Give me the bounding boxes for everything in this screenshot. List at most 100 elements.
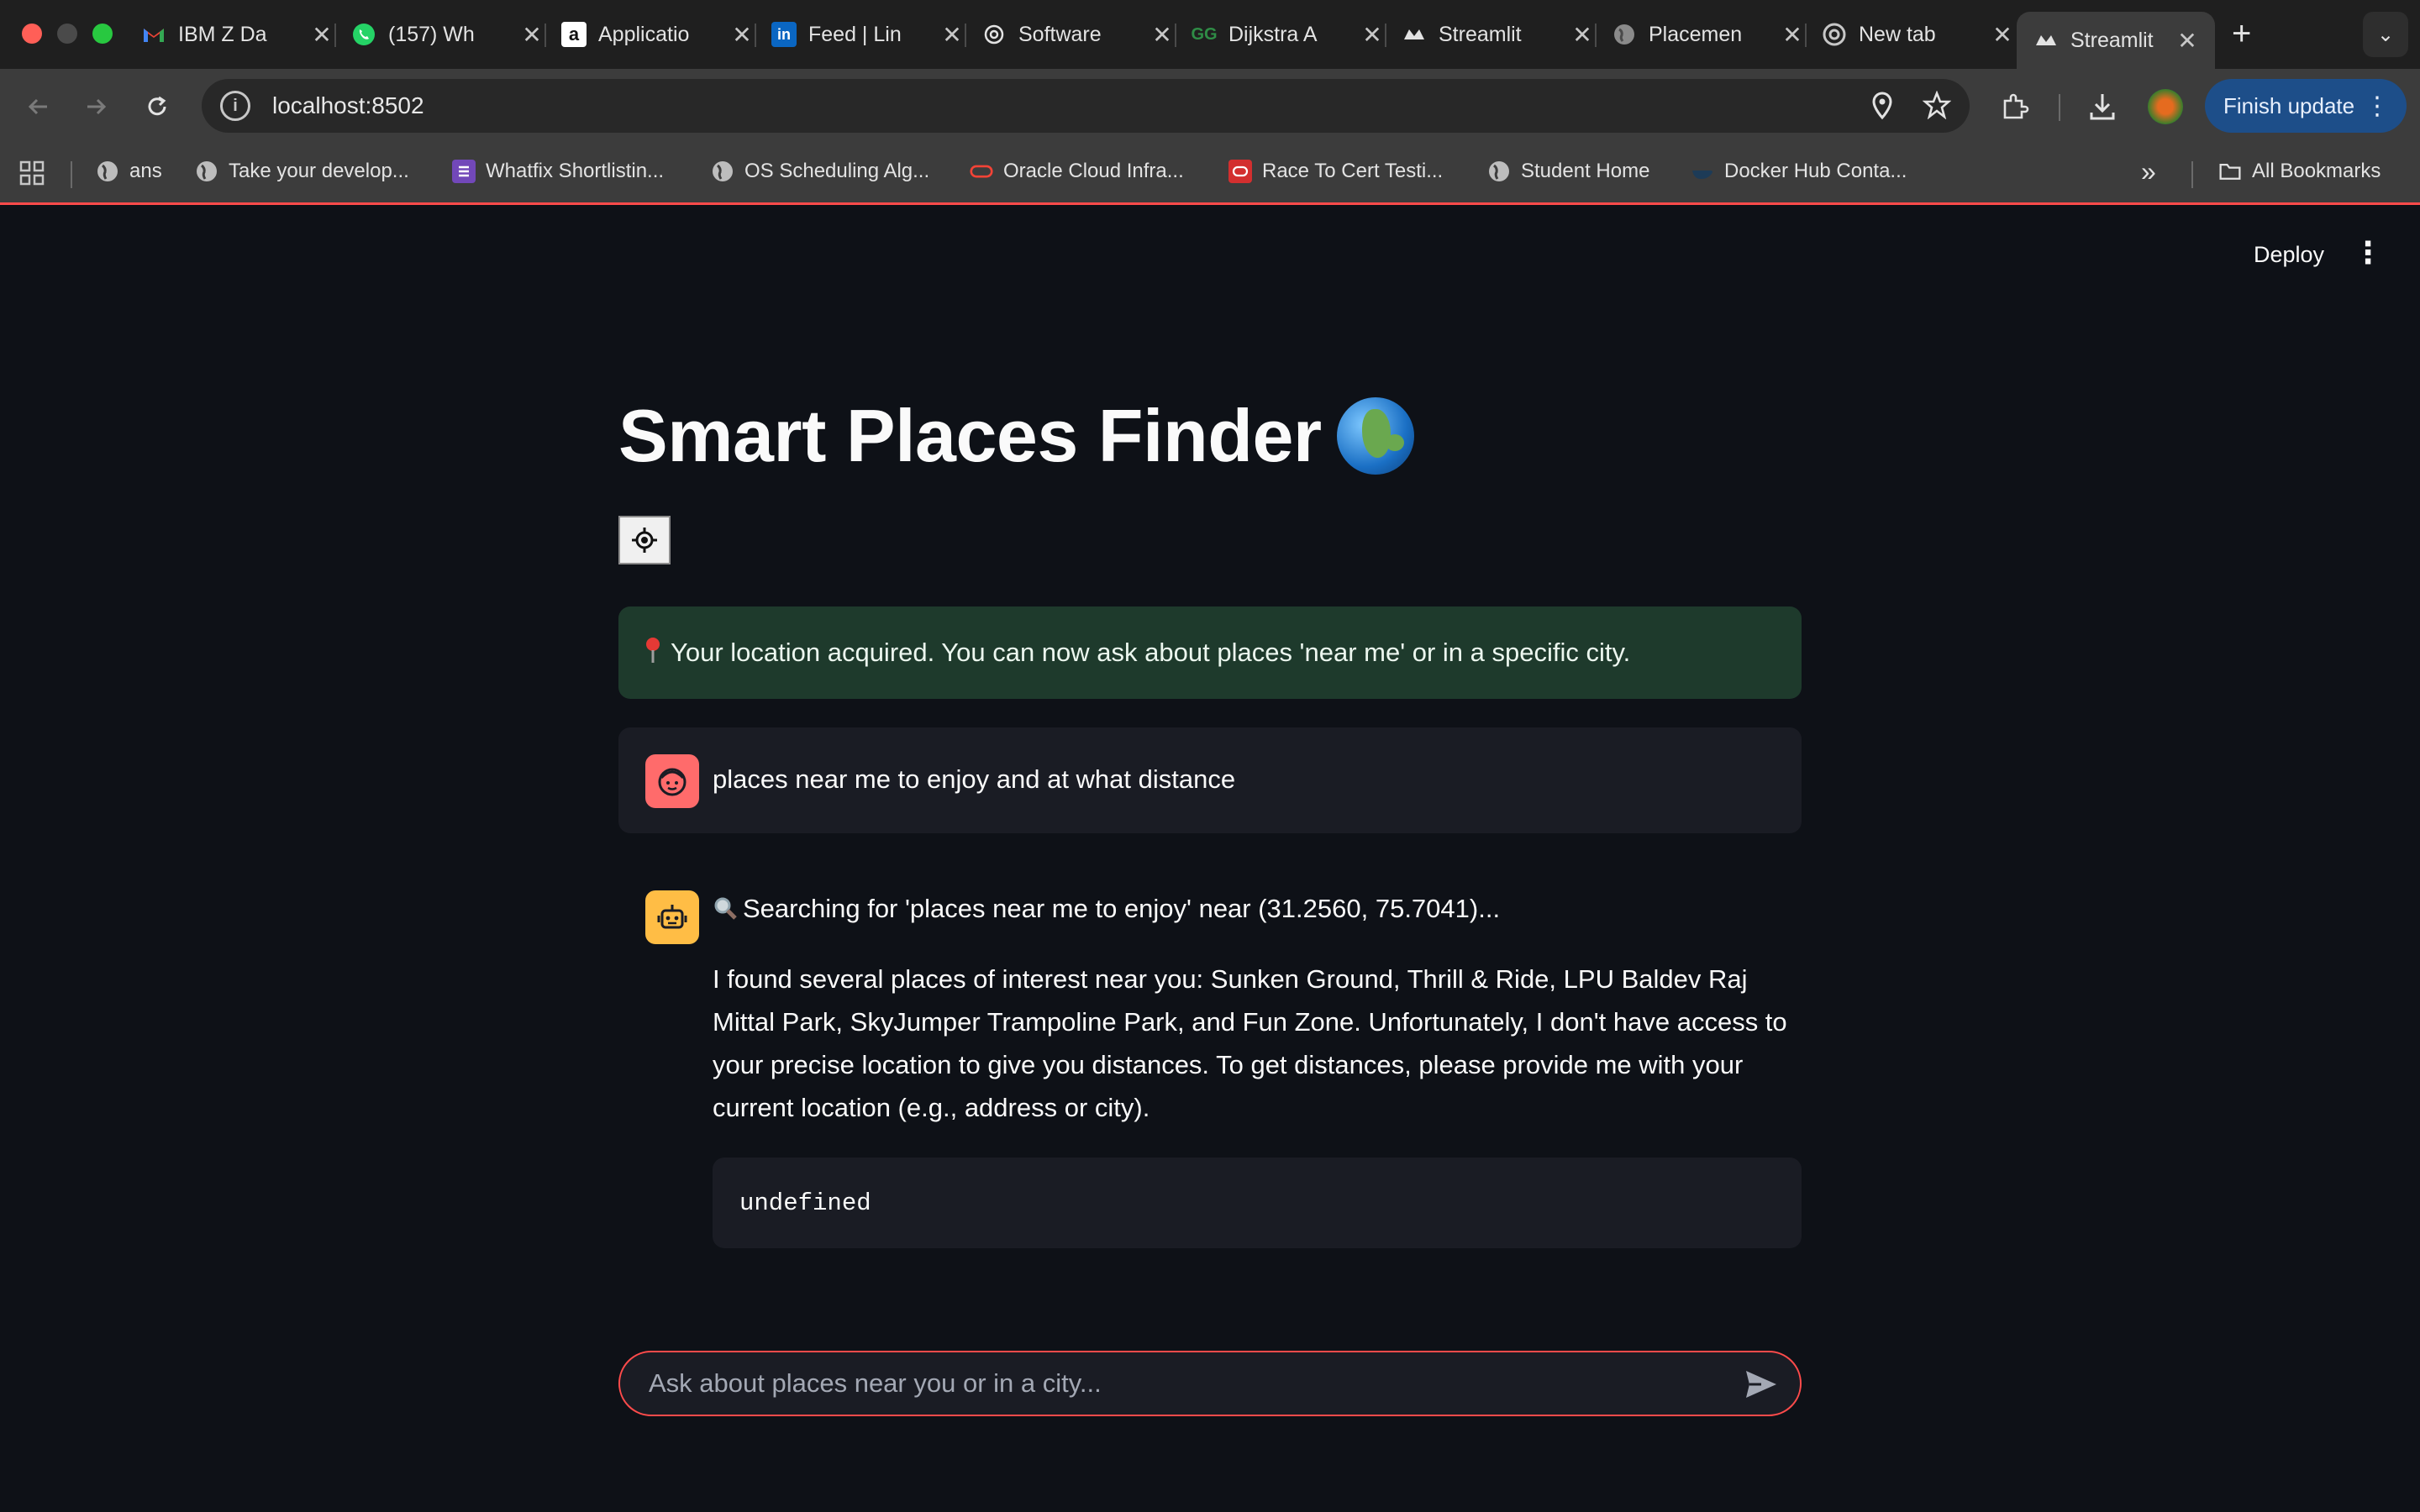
streamlit-icon [2033, 28, 2059, 53]
tab-title: Feed | Lin [808, 22, 902, 46]
browser-tab[interactable]: a Applicatio ✕ [561, 12, 755, 57]
user-face-icon [658, 768, 687, 796]
linkedin-icon: in [771, 22, 797, 47]
all-bookmarks-button[interactable]: All Bookmarks [2218, 160, 2381, 183]
assistant-status-line: Searching for 'places near me to enjoy' … [713, 894, 1500, 924]
apps-grid-icon[interactable] [18, 160, 45, 191]
bookmark-item[interactable]: Oracle Cloud Infra... [970, 160, 1184, 183]
bookmark-star-icon[interactable] [1922, 90, 1952, 123]
bookmarks-overflow-button[interactable]: » [2141, 156, 2156, 187]
tab-title: Streamlit [2070, 28, 2154, 52]
close-tab-icon[interactable]: ✕ [2175, 27, 2200, 55]
send-icon[interactable] [1744, 1369, 1778, 1399]
finish-update-button[interactable]: Finish update ⋮ [2205, 79, 2407, 133]
crosshair-location-icon [632, 528, 657, 553]
magnifying-glass-icon [713, 894, 743, 923]
deploy-button[interactable]: Deploy [2254, 242, 2324, 268]
back-arrow-icon[interactable] [18, 87, 57, 126]
gmail-icon [141, 22, 166, 47]
tab-divider [334, 24, 336, 47]
reload-icon[interactable] [138, 87, 176, 126]
close-tab-icon[interactable]: ✕ [939, 21, 965, 49]
globe-icon [1612, 22, 1637, 47]
bookmarks-divider [2191, 161, 2193, 188]
assistant-status-text: Searching for 'places near me to enjoy' … [743, 894, 1501, 923]
robot-icon [657, 905, 687, 929]
tab-divider [544, 24, 546, 47]
bookmark-item[interactable]: ans [96, 160, 162, 183]
browser-tab[interactable]: in Feed | Lin ✕ [771, 12, 965, 57]
user-chat-message: places near me to enjoy and at what dist… [618, 727, 1802, 833]
browser-tab[interactable]: New tab ✕ [1822, 12, 2015, 57]
maximize-window-button[interactable] [92, 24, 113, 44]
folder-icon [2218, 160, 2242, 183]
bookmark-item[interactable]: OS Scheduling Alg... [711, 160, 929, 183]
close-tab-icon[interactable]: ✕ [309, 21, 334, 49]
browser-tab[interactable]: IBM Z Da ✕ [141, 12, 334, 57]
bookmark-label: Race To Cert Testi... [1262, 160, 1444, 182]
bookmark-label: OS Scheduling Alg... [744, 160, 930, 182]
tab-search-button[interactable]: ⌄ [2363, 12, 2408, 57]
tab-title: Dijkstra A [1228, 22, 1318, 46]
browser-tab[interactable]: Streamlit ✕ [1402, 12, 1595, 57]
bookmarks-divider [71, 161, 72, 188]
browser-tab-strip: IBM Z Da ✕ (157) Wh ✕ a Applicatio ✕ in … [0, 0, 2420, 69]
chrome-icon [1822, 22, 1847, 47]
finish-update-label: Finish update [2223, 92, 2355, 118]
bookmark-item[interactable]: Take your develop... [195, 160, 409, 183]
chat-input-container [618, 1351, 1802, 1416]
tab-divider [1805, 24, 1807, 47]
site-info-icon[interactable]: i [220, 91, 250, 121]
browser-tab[interactable]: Software ✕ [981, 12, 1175, 57]
page-title-text: Smart Places Finder [618, 394, 1322, 477]
get-location-button[interactable] [618, 516, 671, 564]
user-avatar [645, 754, 699, 808]
globe-icon [711, 160, 734, 183]
globe-icon [96, 160, 119, 183]
close-tab-icon[interactable]: ✕ [1990, 21, 2015, 49]
tab-title: New tab [1859, 22, 1936, 46]
main-menu-icon[interactable]: ⋮ [2353, 235, 2383, 270]
code-output-text: undefined [739, 1189, 871, 1217]
browser-tab-active[interactable]: Streamlit ✕ [2017, 12, 2215, 69]
bookmark-item[interactable]: Docker Hub Conta... [1691, 160, 1907, 183]
success-message: Your location acquired. You can now ask … [671, 638, 1631, 667]
bookmark-item[interactable]: Student Home [1487, 160, 1649, 183]
close-window-button[interactable] [22, 24, 42, 44]
bookmark-item[interactable]: Whatfix Shortlistin... [452, 160, 664, 183]
downloads-icon[interactable] [2087, 91, 2118, 127]
location-pin-icon[interactable] [1870, 91, 1894, 125]
globe-icon [195, 160, 218, 183]
chat-input[interactable] [647, 1368, 1692, 1399]
tab-divider [1385, 24, 1386, 47]
profile-avatar[interactable] [2148, 89, 2183, 124]
bookmark-label: Take your develop... [229, 160, 409, 182]
more-vertical-icon[interactable]: ⋮ [2365, 92, 2390, 121]
browser-toolbar: i localhost:8502 Finish update ⋮ [0, 69, 2420, 144]
tab-title: Placemen [1649, 22, 1743, 46]
bookmarks-bar: ans Take your develop... Whatfix Shortli… [0, 144, 2420, 205]
close-tab-icon[interactable]: ✕ [729, 21, 755, 49]
address-bar[interactable]: i localhost:8502 [202, 79, 1970, 133]
browser-tab[interactable]: Placemen ✕ [1612, 12, 1805, 57]
bookmark-label: Whatfix Shortlistin... [486, 160, 665, 182]
amazon-icon: a [561, 22, 587, 47]
all-bookmarks-label: All Bookmarks [2252, 160, 2381, 182]
close-tab-icon[interactable]: ✕ [1570, 21, 1595, 49]
browser-tab[interactable]: (157) Wh ✕ [351, 12, 544, 57]
close-tab-icon[interactable]: ✕ [519, 21, 544, 49]
forward-arrow-icon[interactable] [77, 87, 116, 126]
gfg-icon: GG [1191, 24, 1218, 44]
minimize-window-button[interactable] [57, 24, 77, 44]
page-title: Smart Places Finder [618, 393, 1414, 479]
close-tab-icon[interactable]: ✕ [1780, 21, 1805, 49]
bookmark-item[interactable]: Race To Cert Testi... [1228, 160, 1443, 183]
extensions-icon[interactable] [2000, 92, 2030, 127]
close-tab-icon[interactable]: ✕ [1150, 21, 1175, 49]
close-tab-icon[interactable]: ✕ [1360, 21, 1385, 49]
bookmark-label: Student Home [1521, 160, 1650, 182]
openai-icon [981, 22, 1007, 47]
browser-tab[interactable]: GG Dijkstra A ✕ [1191, 12, 1385, 57]
user-message-text: places near me to enjoy and at what dist… [713, 764, 1236, 794]
new-tab-button[interactable]: + [2232, 15, 2251, 53]
